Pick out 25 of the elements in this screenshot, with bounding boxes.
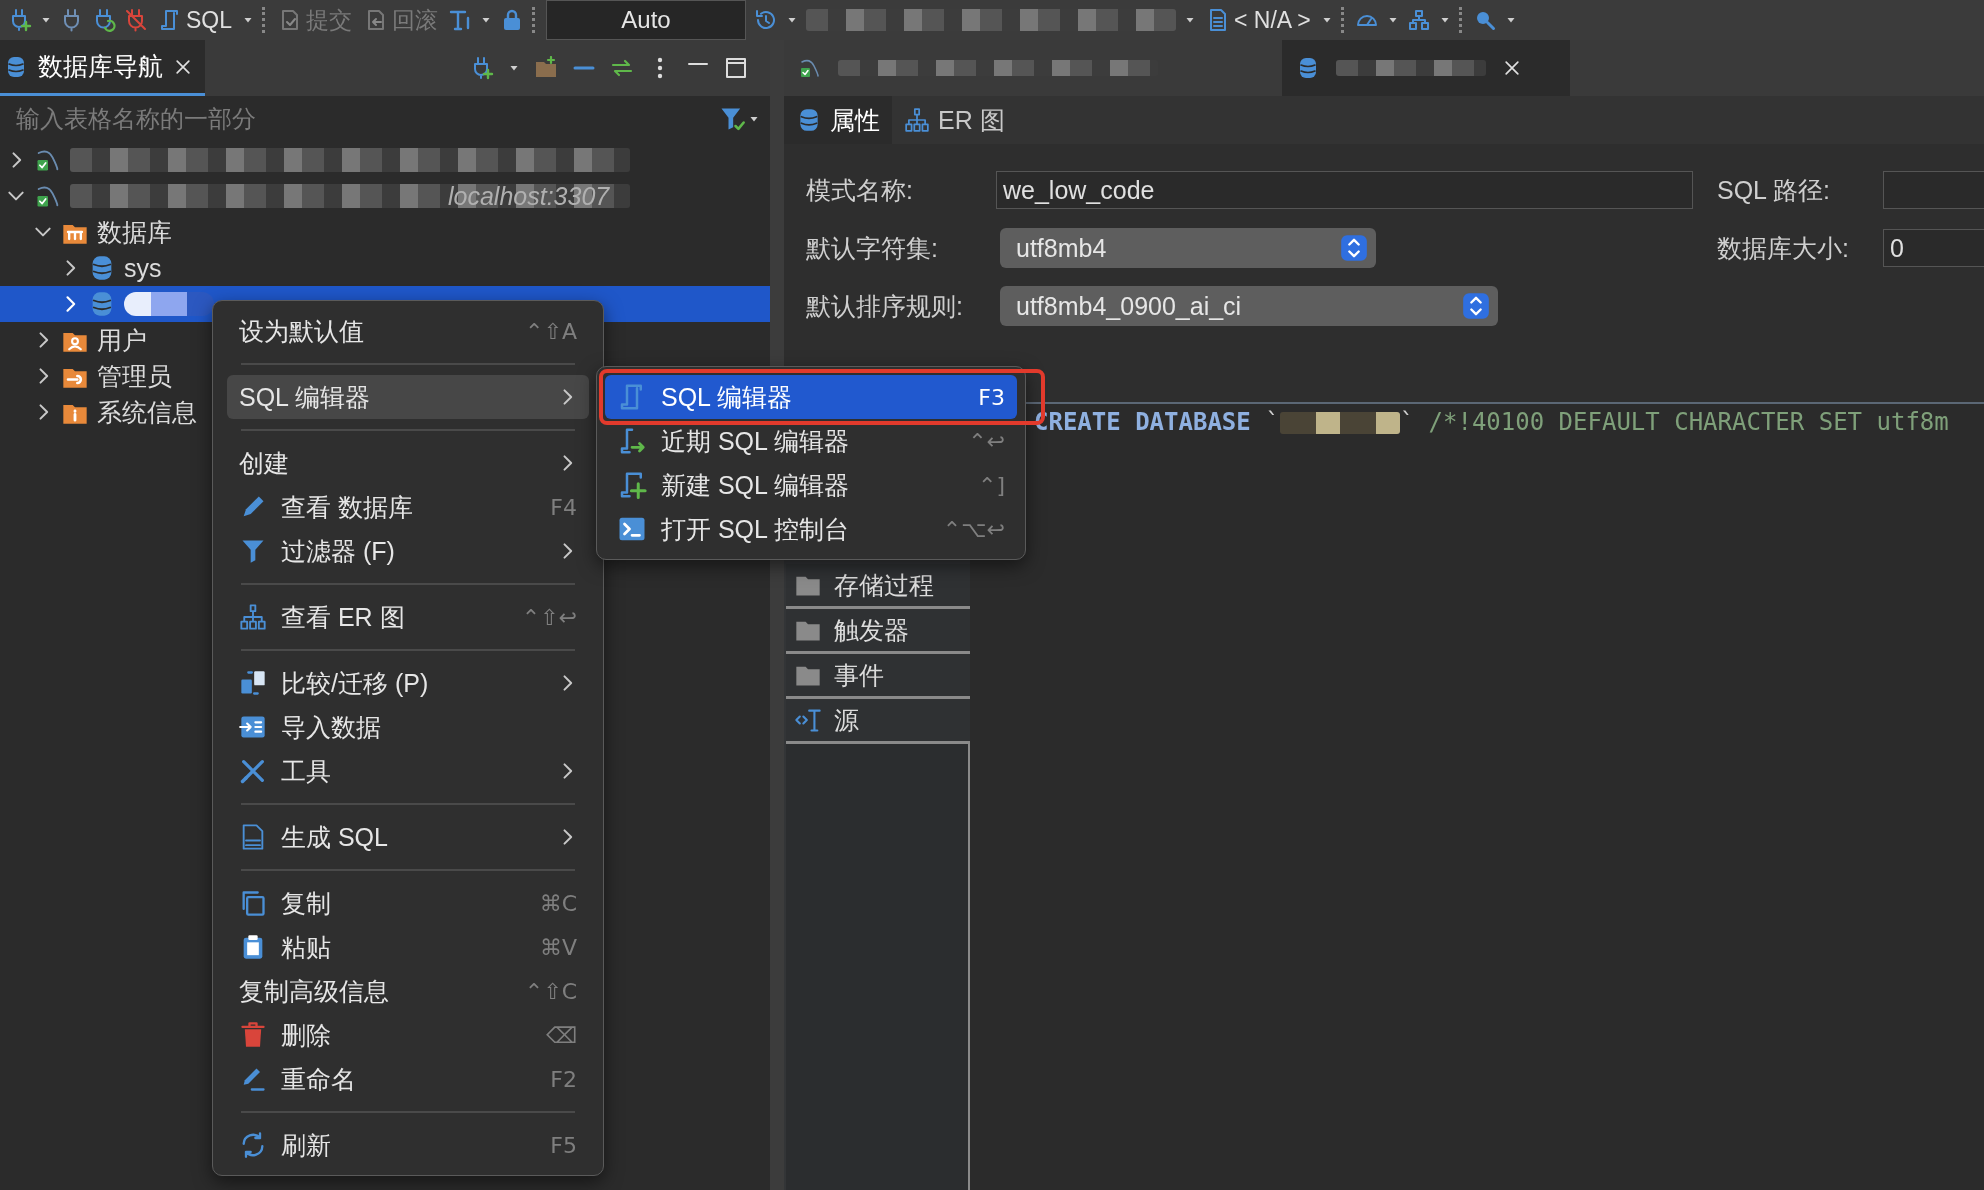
- tree-label: 用户: [97, 324, 147, 356]
- shortcut-label: ⌘C: [539, 890, 577, 916]
- tree-label: sys: [124, 253, 162, 283]
- field-label: 默认排序规则:: [806, 290, 964, 322]
- host-label: localhost:3307: [448, 181, 610, 211]
- shortcut-label: ⌘V: [539, 934, 577, 960]
- field-label: 数据库大小:: [1717, 232, 1850, 264]
- shortcut-label: F3: [978, 384, 1005, 410]
- shortcut-label: F4: [550, 494, 577, 520]
- shortcut-label: ⌫: [545, 1022, 577, 1048]
- tab-label: 数据库导航: [38, 51, 163, 82]
- shortcut-label: ⌃⌥↩: [942, 516, 1005, 542]
- field-label: 模式名称:: [806, 174, 914, 206]
- tree-label: 管理员: [97, 360, 172, 392]
- shortcut-label: ⌃⇧↩: [521, 604, 577, 630]
- shortcut-label: ⌃↩: [968, 428, 1005, 454]
- field-label: SQL 路径:: [1717, 174, 1831, 206]
- shortcut-label: ⌃⇧A: [525, 318, 577, 344]
- shortcut-label: F5: [550, 1132, 577, 1158]
- shortcut-label: F2: [550, 1066, 577, 1092]
- shortcut-label: ⌃⇧C: [524, 978, 577, 1004]
- field-label: 默认字符集:: [806, 232, 939, 264]
- tree-label: 系统信息: [97, 396, 197, 428]
- tree-label: 数据库: [97, 216, 172, 248]
- shortcut-label: ⌃]: [977, 472, 1005, 498]
